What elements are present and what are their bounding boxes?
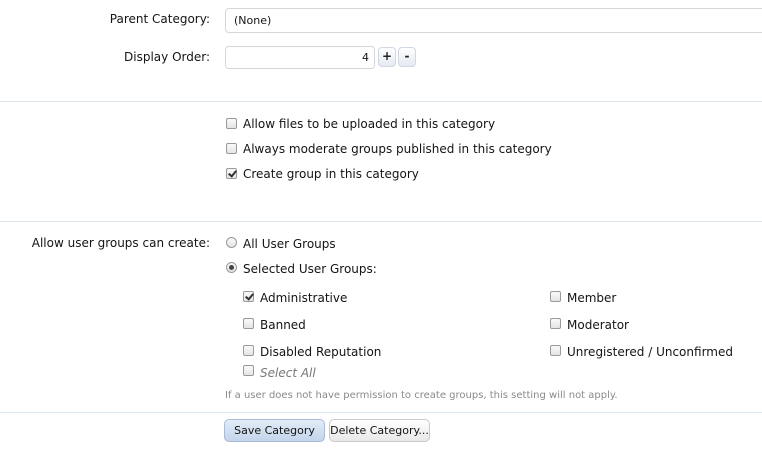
selected-user-groups-label: Selected User Groups: [243,262,377,276]
group-member-checkbox[interactable] [550,291,561,302]
group-unregistered-checkbox[interactable] [550,345,561,356]
group-member-label: Member [567,291,617,305]
section-divider [0,221,762,222]
group-moderator-checkbox[interactable] [550,318,561,329]
all-user-groups-label: All User Groups [243,237,336,251]
group-administrative-checkbox[interactable] [243,291,254,302]
group-banned-checkbox[interactable] [243,318,254,329]
selected-user-groups-radio[interactable] [226,262,237,273]
all-user-groups-radio[interactable] [226,237,237,248]
section-divider [0,101,762,102]
permission-hint: If a user does not have permission to cr… [225,390,618,401]
group-administrative-label: Administrative [260,291,348,305]
always-moderate-checkbox[interactable] [226,143,237,154]
parent-category-select[interactable]: (None) [225,8,762,33]
select-all-checkbox[interactable] [243,365,254,376]
parent-category-value: (None) [234,14,272,27]
display-order-input[interactable]: 4 [225,46,375,69]
save-category-button[interactable]: Save Category [224,419,325,442]
group-unregistered-label: Unregistered / Unconfirmed [567,345,733,359]
allow-uploads-checkbox[interactable] [226,118,237,129]
delete-category-button[interactable]: Delete Category... [329,419,430,442]
allow-uploads-label: Allow files to be uploaded in this categ… [243,117,496,131]
always-moderate-label: Always moderate groups published in this… [243,142,552,156]
group-moderator-label: Moderator [567,318,629,332]
create-group-checkbox[interactable] [226,168,237,179]
create-group-label: Create group in this category [243,167,419,181]
group-banned-label: Banned [260,318,306,332]
group-disabled-reputation-checkbox[interactable] [243,345,254,356]
section-divider [0,412,762,413]
group-disabled-reputation-label: Disabled Reputation [260,345,382,359]
select-all-label: Select All [260,366,316,380]
increment-button[interactable]: + [378,47,396,67]
parent-category-label: Parent Category: [109,12,210,26]
decrement-button[interactable]: - [398,47,416,67]
display-order-label: Display Order: [124,50,210,64]
user-groups-label: Allow user groups can create: [31,236,210,250]
